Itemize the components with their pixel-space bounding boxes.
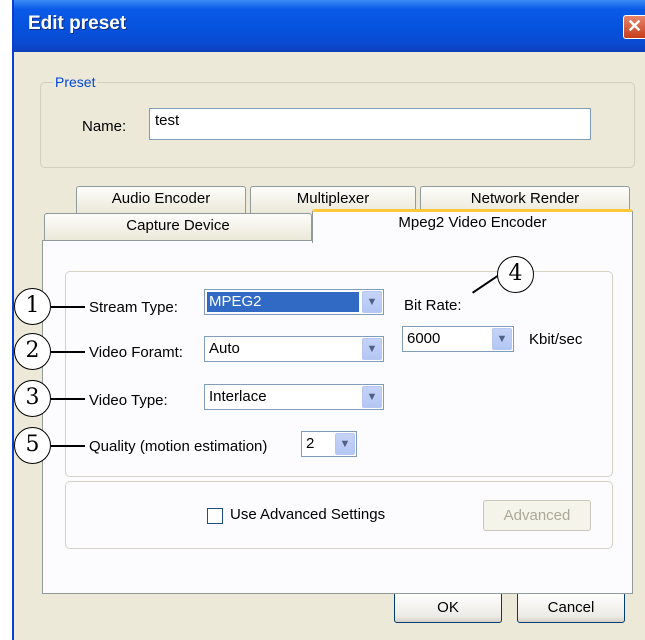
chevron-down-icon[interactable]: ▼ [335,433,355,455]
callout-2-leader [51,351,85,353]
tab-capture-device[interactable]: Capture Device [44,213,312,241]
stream-type-select[interactable]: MPEG2 ▼ [204,289,384,315]
callout-5-leader [51,445,85,447]
bit-rate-value: 6000 [407,330,441,347]
advanced-button[interactable]: Advanced [483,500,591,531]
preset-group-legend: Preset [53,74,98,90]
video-type-value: Interlace [209,388,267,405]
chevron-down-icon[interactable]: ▼ [362,291,382,313]
chevron-down-icon[interactable]: ▼ [492,328,512,350]
name-field-value: test [155,112,180,129]
callout-4: 4 [497,256,534,293]
callout-1: 1 [14,288,51,325]
video-format-label: Video Foramt: [89,344,183,361]
mpeg2-encoder-panel: Stream Type: MPEG2 ▼ Video Foramt: Auto … [42,240,633,594]
advanced-settings-group: Use Advanced Settings Advanced [65,481,613,549]
video-type-select[interactable]: Interlace ▼ [204,384,384,410]
bit-rate-label: Bit Rate: [404,297,462,314]
ok-button-label: OK [437,599,459,616]
use-advanced-settings-label[interactable]: Use Advanced Settings [230,506,385,523]
close-button[interactable]: ✕ [623,15,645,39]
ok-button[interactable]: OK [394,592,502,623]
bit-rate-select[interactable]: 6000 ▼ [402,326,514,352]
use-advanced-settings-checkbox[interactable] [207,508,223,524]
chevron-down-icon[interactable]: ▼ [362,386,382,408]
cancel-button-label: Cancel [547,599,595,616]
preset-group: Preset Name: test [40,74,635,168]
video-type-label: Video Type: [89,392,168,409]
tab-label: Multiplexer [296,190,370,207]
tab-label: Audio Encoder [111,190,211,207]
video-format-select[interactable]: Auto ▼ [204,336,384,362]
stream-type-value: MPEG2 [207,292,359,312]
stream-type-label: Stream Type: [89,299,178,316]
callout-3-leader [51,398,85,400]
tab-label: Mpeg2 Video Encoder [398,214,547,231]
name-field[interactable]: test [149,108,591,140]
name-label: Name: [82,118,127,135]
tab-label: Network Render [470,190,580,207]
tab-audio-encoder[interactable]: Audio Encoder [76,186,246,214]
chevron-down-icon[interactable]: ▼ [362,338,382,360]
window-title: Edit preset [28,13,127,34]
tab-label: Capture Device [126,217,230,234]
tab-mpeg2-video-encoder[interactable]: Mpeg2 Video Encoder [312,209,633,243]
callout-1-leader [51,306,85,308]
cancel-button[interactable]: Cancel [517,592,625,623]
bit-rate-unit: Kbit/sec [529,331,583,348]
video-format-value: Auto [209,340,240,357]
quality-value: 2 [306,435,315,452]
advanced-button-label: Advanced [503,507,571,524]
edit-preset-dialog: Edit preset ✕ Preset Name: test Audio En… [12,0,645,640]
quality-label: Quality (motion estimation) [89,438,268,455]
close-icon: ✕ [626,16,643,36]
title-bar[interactable]: Edit preset ✕ [14,0,645,52]
quality-select[interactable]: 2 ▼ [301,431,357,457]
encoder-settings-group: Stream Type: MPEG2 ▼ Video Foramt: Auto … [65,271,613,477]
callout-3: 3 [14,380,51,417]
callout-5: 5 [14,427,51,464]
callout-2: 2 [14,333,51,370]
